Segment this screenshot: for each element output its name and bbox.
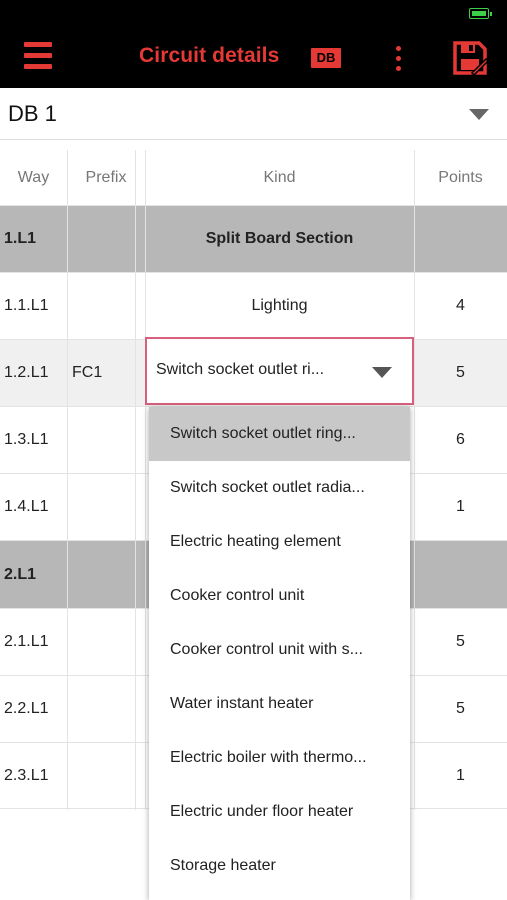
menu-icon[interactable]: [24, 42, 52, 70]
cell-way: 2.2.L1: [4, 700, 49, 717]
cell-points[interactable]: 5: [414, 676, 507, 742]
kind-select[interactable]: Switch socket outlet ri...: [145, 337, 414, 405]
cell-way: 2.3.L1: [4, 766, 49, 784]
save-icon[interactable]: [452, 40, 488, 76]
cell-prefix[interactable]: FC1: [72, 340, 102, 406]
more-vert-icon[interactable]: [392, 46, 404, 74]
battery-icon: [469, 8, 492, 19]
dropdown-option[interactable]: Electric heating element: [149, 515, 410, 569]
db-badge[interactable]: DB: [311, 48, 341, 68]
cell-way: 1.4.L1: [4, 498, 49, 515]
cell-kind[interactable]: Lighting: [145, 273, 414, 339]
cell-points[interactable]: 4: [414, 273, 507, 339]
cell-way: 1.2.L1: [4, 364, 49, 381]
dropdown-option[interactable]: Electric under floor heater: [149, 785, 410, 839]
table-row[interactable]: 1.1.L1 Lighting 4: [0, 272, 507, 339]
cell-points[interactable]: 5: [414, 609, 507, 675]
chevron-down-icon: [372, 367, 392, 378]
dropdown-option[interactable]: Cooker control unit: [149, 569, 410, 623]
cell-points[interactable]: 6: [414, 407, 507, 473]
cell-way: 1.1.L1: [4, 297, 49, 314]
page-title: Circuit details: [139, 44, 280, 67]
dropdown-option[interactable]: Switch socket outlet ring...: [149, 407, 410, 461]
dropdown-option[interactable]: Electric boiler with thermo...: [149, 731, 410, 785]
cell-way: 2.1.L1: [4, 633, 49, 650]
dropdown-option[interactable]: Cooker control unit with s...: [149, 623, 410, 677]
cell-kind: Split Board Section: [205, 230, 354, 247]
cell-way: 1.3.L1: [4, 431, 49, 448]
column-divider: [67, 150, 68, 810]
cell-points[interactable]: 1: [414, 743, 507, 808]
column-header-way[interactable]: Way: [0, 150, 67, 205]
chevron-down-icon: [469, 109, 489, 120]
db-select[interactable]: DB 1: [0, 88, 507, 140]
cell-way: 1.L1: [4, 230, 37, 247]
dropdown-option[interactable]: Water instant heater: [149, 677, 410, 731]
dropdown-option[interactable]: Storage heater: [149, 839, 410, 893]
column-divider: [135, 150, 136, 810]
table-row[interactable]: 1.L1 Split Board Section: [0, 205, 507, 272]
cell-points[interactable]: 5: [414, 340, 507, 406]
dropdown-option[interactable]: Switch socket outlet radia...: [149, 461, 410, 515]
kind-select-value: Switch socket outlet ri...: [156, 361, 325, 378]
column-header-kind[interactable]: Kind: [145, 150, 414, 205]
table-header: Way Prefix Kind Points: [0, 150, 507, 205]
column-divider: [414, 150, 415, 810]
column-divider: [145, 150, 146, 810]
app-bar: Circuit details DB: [0, 0, 507, 88]
db-select-value: DB 1: [8, 101, 57, 126]
cell-points[interactable]: 1: [414, 474, 507, 540]
kind-dropdown-list: Switch socket outlet ring... Switch sock…: [149, 407, 410, 900]
cell-way: 2.L1: [4, 565, 37, 583]
column-header-points[interactable]: Points: [414, 150, 507, 205]
column-header-prefix[interactable]: Prefix: [67, 150, 145, 205]
